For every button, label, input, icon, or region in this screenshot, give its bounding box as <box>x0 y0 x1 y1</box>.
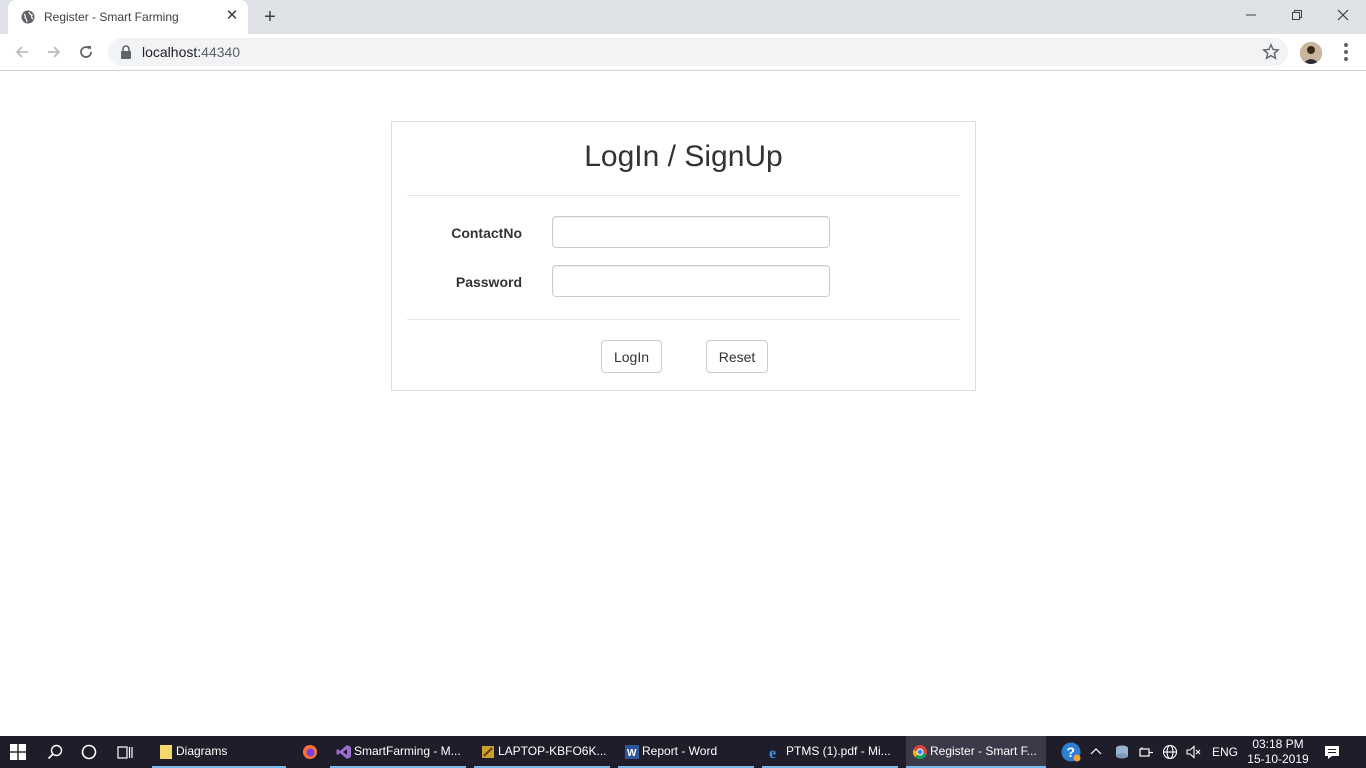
minimize-button[interactable] <box>1228 0 1274 30</box>
globe-network-icon <box>1162 744 1178 760</box>
taskbar-item-edge[interactable]: e PTMS (1).pdf - Mi... <box>762 736 898 768</box>
contact-label: ContactNo <box>451 225 522 241</box>
password-label: Password <box>455 274 522 290</box>
address-bar[interactable]: localhost:44340 <box>108 38 1288 66</box>
back-button[interactable] <box>10 40 34 64</box>
forward-button[interactable] <box>42 40 66 64</box>
browser-tab-strip: Register - Smart Farming ✕ + <box>0 0 1366 34</box>
browser-toolbar: localhost:44340 <box>0 34 1366 71</box>
contact-input[interactable] <box>552 216 830 248</box>
reset-button[interactable]: Reset <box>706 340 768 373</box>
reload-icon <box>80 46 92 58</box>
power-button[interactable] <box>1138 736 1156 768</box>
tab-title: Register - Smart Farming <box>44 10 179 24</box>
password-input[interactable] <box>552 265 830 297</box>
clock-time: 03:18 PM <box>1252 737 1304 751</box>
folder-icon <box>160 745 172 759</box>
bookmark-star-icon[interactable] <box>1262 43 1280 61</box>
profile-avatar[interactable] <box>1300 42 1322 64</box>
sql-server-icon <box>482 746 494 758</box>
svg-text:e: e <box>769 745 776 760</box>
page-title: LogIn / SignUp <box>584 140 783 173</box>
cortana-button[interactable] <box>72 736 106 768</box>
storage-icon <box>1116 745 1128 759</box>
cortana-icon <box>81 744 97 760</box>
start-button[interactable] <box>0 736 36 768</box>
notification-icon <box>1325 746 1339 759</box>
clock-date: 15-10-2019 <box>1247 752 1309 766</box>
globe-icon <box>21 10 35 24</box>
volume-muted-icon <box>1186 745 1201 759</box>
tray-app-button[interactable] <box>1114 736 1132 768</box>
login-panel: LogIn / SignUp ContactNo Password LogIn … <box>391 121 976 391</box>
windows-taskbar: Diagrams SmartFarming - M... LAPTOP-KBFO… <box>0 736 1366 768</box>
close-window-button[interactable] <box>1320 0 1366 30</box>
network-button[interactable] <box>1162 736 1180 768</box>
taskbar-item-chrome[interactable]: Register - Smart F... <box>906 736 1046 768</box>
chevron-up-icon <box>1090 748 1102 755</box>
restore-icon <box>1292 10 1302 20</box>
power-plug-icon <box>1139 747 1153 757</box>
help-icon: ? <box>1061 742 1081 762</box>
word-icon: W <box>625 745 639 759</box>
edge-icon: e <box>769 745 776 760</box>
lock-icon <box>121 45 131 59</box>
search-icon <box>47 744 63 760</box>
action-center-button[interactable] <box>1324 736 1344 768</box>
reload-button[interactable] <box>74 40 98 64</box>
close-icon <box>1337 9 1349 21</box>
arrow-left-icon <box>15 46 28 58</box>
restore-button[interactable] <box>1274 0 1320 30</box>
show-hidden-icons-button[interactable] <box>1090 736 1106 768</box>
taskbar-item-visual-studio[interactable]: SmartFarming - M... <box>330 736 466 768</box>
divider <box>407 319 960 320</box>
chrome-icon <box>912 745 927 760</box>
svg-text:W: W <box>627 748 637 759</box>
minimize-icon <box>1246 14 1256 16</box>
taskbar-item-word[interactable]: W Report - Word <box>618 736 754 768</box>
visual-studio-icon <box>336 745 351 759</box>
firefox-icon <box>303 745 317 759</box>
browser-menu-button[interactable] <box>1336 42 1356 62</box>
taskbar-item-firefox[interactable] <box>296 736 324 768</box>
url-text: localhost:44340 <box>142 44 241 60</box>
volume-button[interactable] <box>1186 736 1204 768</box>
new-tab-button[interactable]: + <box>258 6 282 28</box>
arrow-right-icon <box>48 46 61 58</box>
language-indicator[interactable]: ENG <box>1212 736 1240 768</box>
avatar-icon <box>1300 42 1322 64</box>
clock[interactable]: 03:18 PM 15-10-2019 <box>1242 737 1314 767</box>
browser-tab[interactable]: Register - Smart Farming ✕ <box>8 0 248 34</box>
taskbar-item-diagrams[interactable]: Diagrams <box>152 736 286 768</box>
task-view-icon <box>117 746 133 759</box>
taskbar-item-sql-server[interactable]: LAPTOP-KBFO6K... <box>474 736 610 768</box>
login-button[interactable]: LogIn <box>601 340 662 373</box>
close-tab-icon[interactable]: ✕ <box>224 8 240 24</box>
search-button[interactable] <box>38 736 72 768</box>
divider <box>407 195 960 196</box>
windows-logo-icon <box>10 744 26 760</box>
task-view-button[interactable] <box>108 736 142 768</box>
help-tray-button[interactable]: ? <box>1060 736 1084 768</box>
